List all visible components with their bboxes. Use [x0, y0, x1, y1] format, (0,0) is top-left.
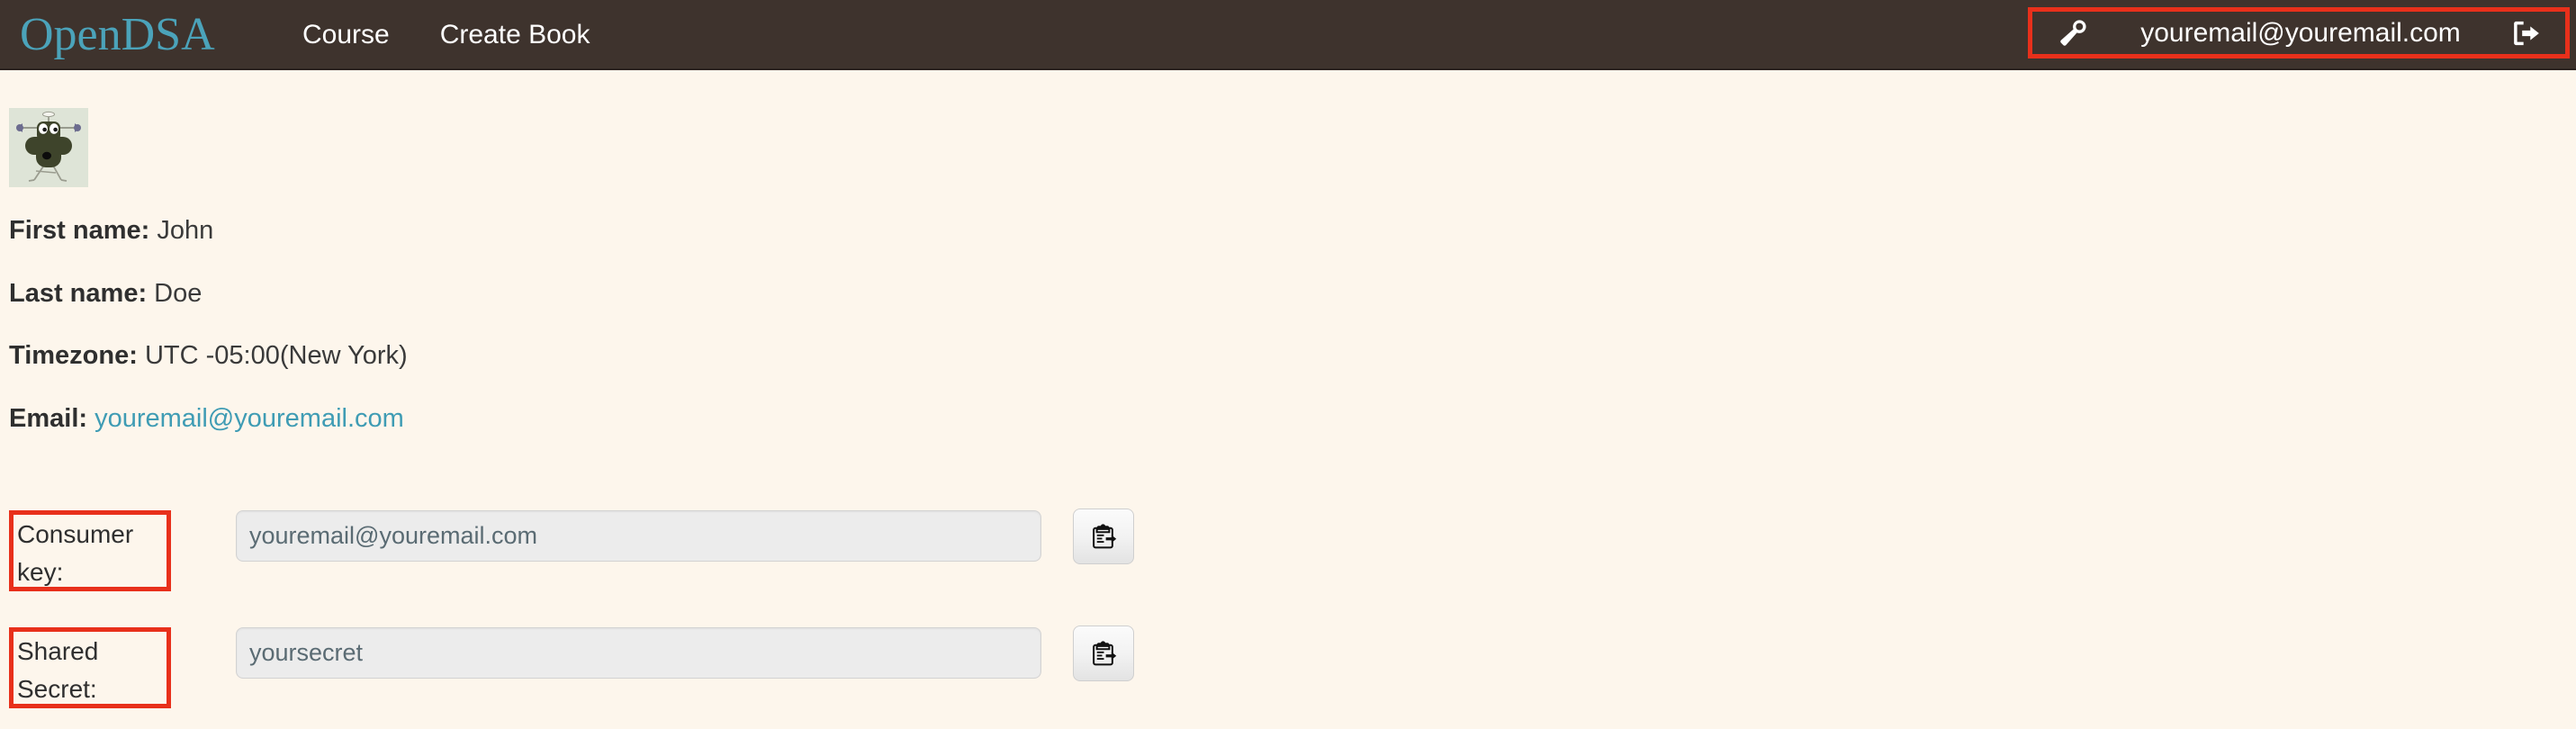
- credential-label-consumer-key: Consumer key:: [9, 510, 171, 591]
- credential-label-shared-secret: Shared Secret:: [9, 627, 171, 708]
- consumer-key-input[interactable]: [236, 510, 1041, 562]
- profile-label-timezone: Timezone:: [9, 341, 138, 370]
- profile-label-last-name: Last name:: [9, 279, 148, 308]
- wrench-icon: [2060, 19, 2086, 46]
- credential-row-consumer-key: Consumer key:: [0, 508, 2576, 593]
- shared-secret-input[interactable]: [236, 627, 1041, 679]
- sign-out-button[interactable]: [2502, 19, 2551, 48]
- profile-value-email-link[interactable]: youremail@youremail.com: [95, 404, 404, 433]
- sign-out-icon: [2514, 21, 2539, 45]
- identicon-avatar: [9, 108, 88, 187]
- avatar: [9, 108, 88, 187]
- user-email-nav-label[interactable]: youremail@youremail.com: [2099, 18, 2502, 49]
- profile-label-email: Email:: [9, 404, 88, 433]
- settings-link[interactable]: [2047, 17, 2099, 50]
- clipboard-paste-icon: [1093, 524, 1117, 549]
- top-navbar: OpenDSA Course Create Book youremail@you…: [0, 0, 2576, 70]
- profile-field-email: Email: youremail@youremail.com: [9, 404, 404, 434]
- profile-field-timezone: Timezone: UTC -05:00(New York): [9, 341, 408, 371]
- primary-nav: Course Create Book: [277, 0, 615, 70]
- profile-field-last-name: Last name: Doe: [9, 279, 202, 309]
- brand-logo[interactable]: OpenDSA: [20, 0, 215, 70]
- profile-value-last-name: Doe: [154, 279, 203, 308]
- profile-label-first-name: First name:: [9, 216, 150, 245]
- copy-shared-secret-button[interactable]: [1073, 626, 1134, 681]
- profile-value-first-name: John: [157, 216, 214, 245]
- profile-field-first-name: First name: John: [9, 216, 213, 246]
- user-menu-highlight-box: youremail@youremail.com: [2028, 7, 2570, 58]
- profile-content: First name: John Last name: Doe Timezone…: [0, 70, 2576, 729]
- nav-link-create-book[interactable]: Create Book: [415, 0, 616, 70]
- copy-consumer-key-button[interactable]: [1073, 508, 1134, 564]
- clipboard-paste-icon: [1093, 641, 1117, 666]
- credential-row-shared-secret: Shared Secret:: [0, 626, 2576, 710]
- profile-value-timezone: UTC -05:00(New York): [144, 341, 408, 370]
- nav-link-course[interactable]: Course: [277, 0, 415, 70]
- user-menu: youremail@youremail.com: [2032, 12, 2565, 54]
